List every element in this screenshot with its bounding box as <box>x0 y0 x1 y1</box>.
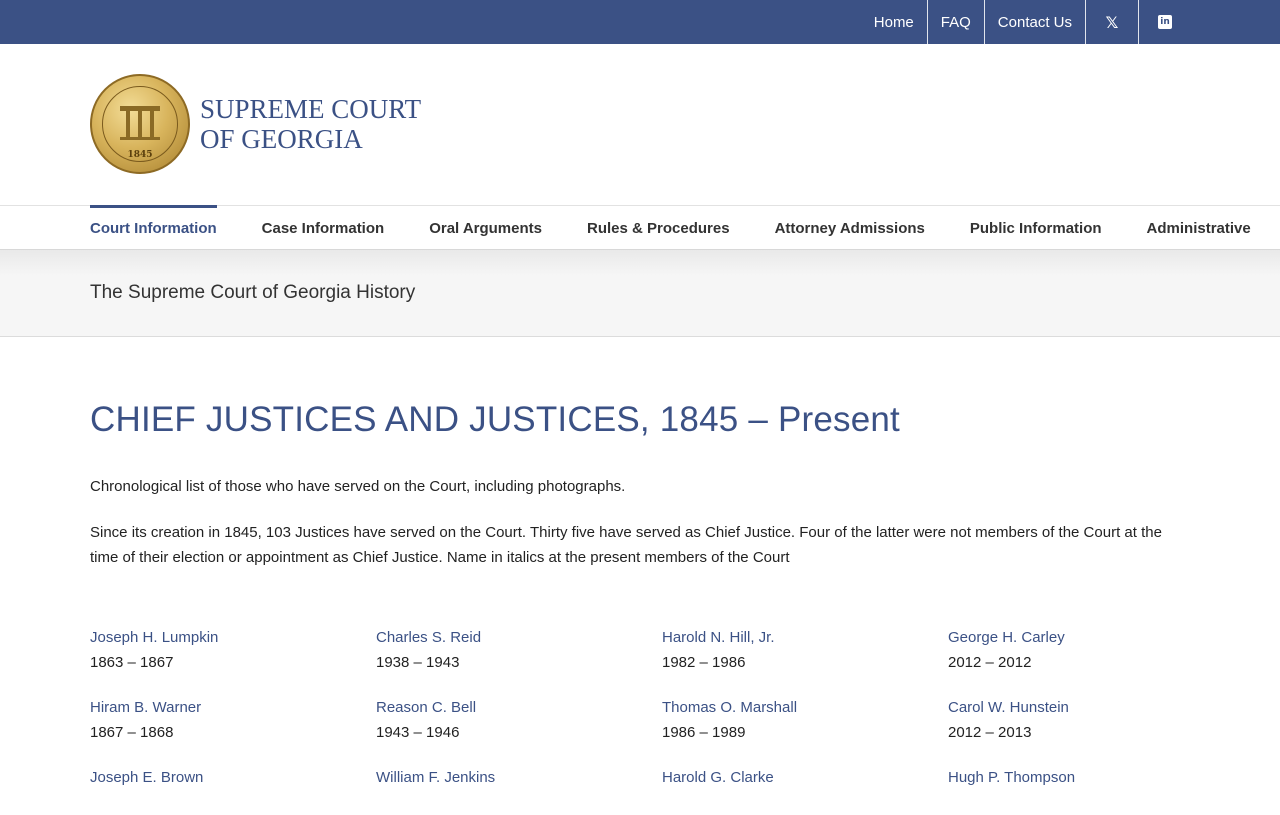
justice-years: 2012 – 2013 <box>948 724 1032 741</box>
justice-years: 1938 – 1943 <box>376 654 460 671</box>
court-name-line1: SUPREME COURT <box>200 94 422 124</box>
justice-link[interactable]: George H. Carley <box>948 625 1200 650</box>
page-title: The Supreme Court of Georgia History <box>90 282 416 303</box>
justice-link[interactable]: Joseph E. Brown <box>90 765 376 790</box>
justice-item: Thomas O. Marshall 1986 – 1989 <box>662 695 948 745</box>
nav-court-information[interactable]: Court Information <box>90 205 217 250</box>
justice-item: Reason C. Bell 1943 – 1946 <box>376 695 662 745</box>
justice-item: Hiram B. Warner 1867 – 1868 <box>90 695 376 745</box>
contact-us-link[interactable]: Contact Us <box>983 0 1085 44</box>
court-name-line2: OF GEORGIA <box>200 124 363 154</box>
justice-link[interactable]: Joseph H. Lumpkin <box>90 625 376 650</box>
page-title-bar: The Supreme Court of Georgia History <box>0 250 1280 337</box>
justice-item: Hugh P. Thompson <box>948 765 1200 815</box>
linkedin-link[interactable]: in <box>1138 0 1191 44</box>
justice-years: 1863 – 1867 <box>90 654 174 671</box>
justices-list: Joseph H. Lumpkin 1863 – 1867 Charles S. … <box>90 625 1200 815</box>
justice-years: 1986 – 1989 <box>662 724 746 741</box>
nav-case-information[interactable]: Case Information <box>262 206 385 250</box>
justice-item: George H. Carley 2012 – 2012 <box>948 625 1200 675</box>
top-links: Home FAQ Contact Us 𝕏 in <box>861 0 1191 44</box>
justice-item: Joseph H. Lumpkin 1863 – 1867 <box>90 625 376 675</box>
justice-item: Carol W. Hunstein 2012 – 2013 <box>948 695 1200 745</box>
justice-link[interactable]: Reason C. Bell <box>376 695 662 720</box>
justice-link[interactable]: Charles S. Reid <box>376 625 662 650</box>
faq-link[interactable]: FAQ <box>926 0 984 44</box>
justice-link[interactable]: Thomas O. Marshall <box>662 695 948 720</box>
intro-text: Chronological list of those who have ser… <box>90 478 626 495</box>
seal-arch <box>120 106 160 140</box>
justice-item: William F. Jenkins <box>376 765 662 815</box>
description-text: Since its creation in 1845, 103 Justices… <box>90 524 1162 566</box>
justice-years: 1982 – 1986 <box>662 654 746 671</box>
justice-link[interactable]: William F. Jenkins <box>376 765 662 790</box>
nav-oral-arguments[interactable]: Oral Arguments <box>429 206 542 250</box>
nav-rules-procedures[interactable]: Rules & Procedures <box>587 206 730 250</box>
justice-link[interactable]: Carol W. Hunstein <box>948 695 1200 720</box>
justice-link[interactable]: Harold G. Clarke <box>662 765 948 790</box>
justice-item: Charles S. Reid 1938 – 1943 <box>376 625 662 675</box>
justice-years: 1943 – 1946 <box>376 724 460 741</box>
main-nav: Court Information Case Information Oral … <box>0 205 1280 250</box>
justice-item: Harold G. Clarke <box>662 765 948 815</box>
home-link[interactable]: Home <box>861 0 927 44</box>
nav-administrative[interactable]: Administrative <box>1147 206 1251 250</box>
court-seal-icon: 1845 <box>90 74 190 174</box>
nav-public-information[interactable]: Public Information <box>970 206 1102 250</box>
nav-attorney-admissions[interactable]: Attorney Admissions <box>775 206 925 250</box>
x-twitter-link[interactable]: 𝕏 <box>1085 0 1138 44</box>
justice-item: Joseph E. Brown <box>90 765 376 815</box>
x-twitter-icon: 𝕏 <box>1105 12 1119 32</box>
justice-link[interactable]: Harold N. Hill, Jr. <box>662 625 948 650</box>
justice-link[interactable]: Hiram B. Warner <box>90 695 376 720</box>
top-bar: Home FAQ Contact Us 𝕏 in <box>0 0 1280 44</box>
section-heading: CHIEF JUSTICES AND JUSTICES, 1845 – Pres… <box>90 400 900 439</box>
site-logo[interactable]: 1845 SUPREME COURT OF GEORGIA <box>90 74 421 174</box>
justice-years: 2012 – 2012 <box>948 654 1032 671</box>
justice-link[interactable]: Hugh P. Thompson <box>948 765 1200 790</box>
justice-years: 1867 – 1868 <box>90 724 174 741</box>
court-name: SUPREME COURT OF GEORGIA <box>200 94 421 154</box>
linkedin-icon: in <box>1158 15 1172 29</box>
justice-item: Harold N. Hill, Jr. 1982 – 1986 <box>662 625 948 675</box>
seal-year: 1845 <box>127 150 153 160</box>
main-content: CHIEF JUSTICES AND JUSTICES, 1845 – Pres… <box>90 400 1190 570</box>
